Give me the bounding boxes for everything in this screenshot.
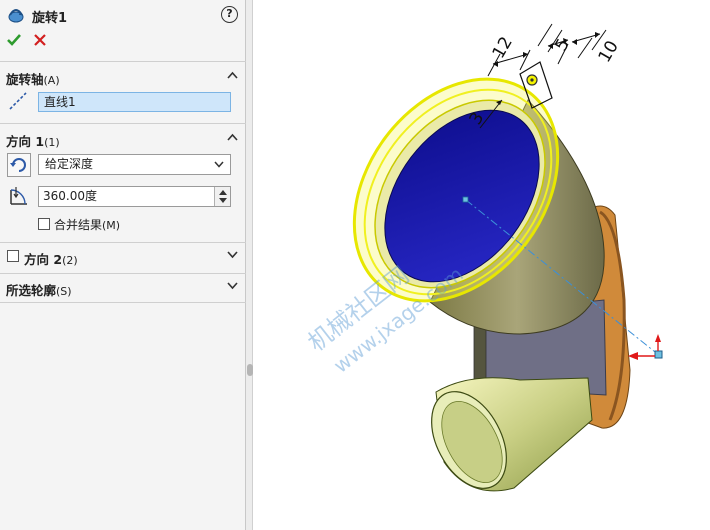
section-direction2-title: 方向 2 — [24, 252, 63, 267]
section-contours-title: 所选轮廓 — [6, 283, 57, 298]
section-direction1-title: 方向 1 — [6, 134, 45, 149]
spin-down-arrow[interactable] — [219, 198, 227, 203]
axis-line-icon — [9, 92, 27, 110]
direction-arrow-up-head — [655, 334, 661, 342]
dimension-5[interactable]: 5 — [551, 35, 574, 54]
section-direction2-key: (2) — [62, 254, 78, 267]
section-direction1-header[interactable]: 方向 1(1) — [6, 130, 242, 149]
separator — [0, 242, 246, 243]
model-canvas[interactable]: 12 5 10 3 机械社区网 www.jxage.com — [254, 0, 710, 530]
separator — [0, 273, 246, 274]
dimension-10[interactable]: 10 — [595, 37, 623, 66]
section-axis-header[interactable]: 旋转轴(A) — [6, 68, 242, 87]
merge-result-key: (M) — [102, 219, 121, 232]
merge-result-label: 合并结果 — [54, 218, 103, 232]
axis-end-point[interactable] — [654, 350, 663, 359]
section-contours-key: (S) — [56, 285, 72, 298]
chevron-down-icon[interactable] — [227, 282, 238, 290]
panel-splitter[interactable] — [246, 0, 253, 530]
direction-arrow-head — [628, 352, 638, 360]
chevron-up-icon[interactable] — [227, 71, 238, 79]
axis-start-point[interactable] — [462, 196, 469, 203]
feature-title: 旋转1 — [32, 11, 68, 26]
revolve-feature-icon — [8, 9, 24, 23]
section-axis-key: (A) — [43, 74, 60, 87]
separator — [0, 61, 246, 62]
spin-up-arrow[interactable] — [219, 190, 227, 195]
feature-title-row: 旋转1 ? — [6, 4, 240, 26]
merge-result-checkbox[interactable] — [38, 218, 50, 230]
angle-value: 360.00度 — [43, 189, 97, 203]
cancel-x-icon[interactable] — [34, 34, 46, 46]
section-axis-title: 旋转轴 — [6, 72, 44, 87]
ok-check-icon[interactable] — [7, 33, 21, 47]
property-manager-panel: 旋转1 ? 旋转轴(A) 直线1 方向 1(1) 给定深度 360.00度 合并… — [0, 0, 246, 530]
chevron-up-icon[interactable] — [227, 133, 238, 141]
angle-depth-icon — [10, 187, 27, 205]
sketch-origin-center — [530, 78, 534, 82]
section-direction2-header[interactable]: 方向 2(2) — [24, 248, 242, 267]
help-icon[interactable]: ? — [221, 6, 238, 23]
angle-input[interactable]: 360.00度 — [38, 186, 231, 207]
direction2-checkbox[interactable] — [7, 250, 19, 262]
angle-spinner[interactable] — [214, 187, 230, 206]
reverse-direction-button[interactable] — [7, 153, 31, 177]
axis-selection-field[interactable]: 直线1 — [38, 92, 231, 112]
splitter-grip[interactable] — [247, 364, 253, 376]
separator — [0, 123, 246, 124]
reverse-direction-icon — [10, 158, 26, 172]
chevron-down-icon[interactable] — [227, 251, 238, 259]
end-condition-value: 给定深度 — [45, 157, 94, 171]
dimension-12[interactable]: 12 — [489, 33, 517, 62]
graphics-viewport[interactable]: 12 5 10 3 机械社区网 www.jxage.com — [254, 0, 710, 530]
end-condition-select[interactable]: 给定深度 — [38, 154, 231, 175]
separator — [0, 302, 246, 303]
section-contours-header[interactable]: 所选轮廓(S) — [6, 279, 242, 298]
section-direction1-key: (1) — [44, 136, 60, 149]
chevron-down-icon — [214, 161, 224, 168]
